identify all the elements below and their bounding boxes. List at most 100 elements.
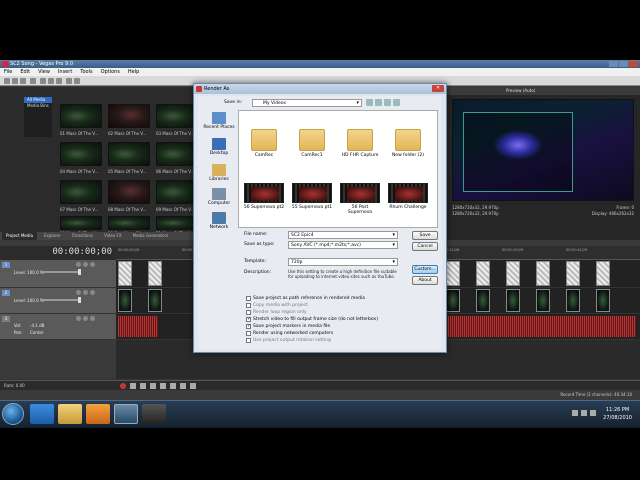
media-player-icon[interactable] (86, 404, 110, 424)
track-header-1[interactable]: 1 Level: 100.0 % (0, 260, 116, 288)
video-file-item[interactable]: Rhum Challenge (387, 183, 429, 210)
network-tray-icon[interactable] (572, 410, 578, 416)
solo-icon[interactable] (83, 316, 88, 321)
slider-knob[interactable] (78, 269, 81, 275)
checkbox-path-reference[interactable]: Save project as path reference in render… (246, 296, 365, 301)
go-to-start-icon[interactable] (180, 383, 186, 389)
custom-button[interactable]: Custom... (412, 265, 438, 274)
tab-project-media[interactable]: Project Media (2, 232, 37, 240)
stop-icon[interactable] (170, 383, 176, 389)
media-thumbnail[interactable] (108, 104, 150, 128)
folder-item[interactable]: CamRec1 (291, 129, 333, 158)
tab-video-fx[interactable]: Video FX (100, 232, 126, 240)
copy-icon[interactable] (48, 78, 54, 84)
pause-icon[interactable] (160, 383, 166, 389)
back-icon[interactable] (366, 99, 373, 106)
checkbox-box[interactable] (246, 303, 251, 308)
track-header-2[interactable]: 2 Level: 100.0 % (0, 288, 116, 314)
place-computer[interactable]: Computer (202, 188, 236, 206)
media-thumbnail[interactable] (156, 104, 198, 128)
go-to-end-icon[interactable] (190, 383, 196, 389)
checkbox-box[interactable] (246, 331, 251, 336)
menu-insert[interactable]: Insert (58, 68, 72, 76)
media-thumbnail[interactable] (156, 180, 198, 204)
checkbox-box[interactable] (246, 323, 251, 329)
explorer-icon[interactable] (58, 404, 82, 424)
minimize-button[interactable] (609, 61, 618, 67)
place-recent-places[interactable]: Recent Places (202, 112, 236, 130)
solo-icon[interactable] (83, 262, 88, 267)
save-button[interactable]: Save (412, 231, 438, 240)
track-header-3[interactable]: 3 Vol: -4.1 dB Pan: Center (0, 314, 116, 340)
flag-tray-icon[interactable] (590, 410, 596, 416)
checkbox-networked[interactable]: Render using networked computers (246, 331, 333, 336)
media-thumbnail[interactable] (60, 104, 102, 128)
checkbox-save-markers[interactable]: Save project markers in media file (246, 323, 330, 329)
cancel-button[interactable]: Cancel (412, 242, 438, 251)
track-level-slider[interactable] (40, 271, 80, 273)
video-file-item[interactable]: 56 Post Supernova (339, 183, 381, 215)
video-file-item[interactable]: 55 Supernova pt1 (291, 183, 333, 210)
maximize-button[interactable] (619, 61, 628, 67)
paste-icon[interactable] (56, 78, 62, 84)
taskbar-clock[interactable]: 11:26 PM 27/08/2010 (603, 406, 632, 422)
mute-icon[interactable] (76, 290, 81, 295)
media-thumbnail[interactable] (108, 142, 150, 166)
fx-icon[interactable] (90, 262, 95, 267)
media-thumbnail[interactable] (156, 216, 198, 230)
open-icon[interactable] (12, 78, 18, 84)
mute-icon[interactable] (76, 262, 81, 267)
place-desktop[interactable]: Desktop (202, 138, 236, 156)
menu-edit[interactable]: Edit (20, 68, 30, 76)
media-thumbnail[interactable] (156, 142, 198, 166)
checkbox-box[interactable] (246, 310, 251, 315)
cut-icon[interactable] (40, 78, 46, 84)
folder-item[interactable]: HD FHR Capture (339, 129, 381, 158)
mute-icon[interactable] (76, 316, 81, 321)
checkbox-box[interactable] (246, 338, 251, 343)
save-in-select[interactable]: My Videos (252, 99, 362, 107)
checkbox-copy-media[interactable]: Copy media with project (246, 303, 308, 308)
media-thumbnail[interactable] (60, 142, 102, 166)
save-icon[interactable] (20, 78, 26, 84)
menu-tools[interactable]: Tools (80, 68, 92, 76)
video-file-item[interactable]: 56 Supernova pt2 (243, 183, 285, 210)
checkbox-box[interactable] (246, 316, 251, 322)
about-button[interactable]: About (412, 276, 438, 285)
media-thumbnail[interactable] (60, 180, 102, 204)
track-level-slider[interactable] (40, 299, 80, 301)
slider-knob[interactable] (78, 297, 81, 303)
folder-item[interactable]: CamRec (243, 129, 285, 158)
dialog-close-button[interactable]: ✕ (432, 85, 444, 92)
fx-icon[interactable] (90, 316, 95, 321)
menu-file[interactable]: File (4, 68, 12, 76)
checkbox-rotation[interactable]: Use project output rotation setting (246, 338, 331, 343)
media-thumbnail[interactable] (108, 216, 150, 230)
loop-icon[interactable] (130, 383, 136, 389)
preview-quality-label[interactable]: Preview (Auto) (506, 88, 535, 93)
app-taskbar-icon[interactable] (142, 404, 166, 424)
checkbox-stretch-video[interactable]: Stretch video to fill output frame size … (246, 316, 378, 322)
tab-explorer[interactable]: Explorer (40, 232, 65, 240)
media-thumbnail[interactable] (108, 180, 150, 204)
file-name-input[interactable]: SC2 Epic4 (288, 231, 398, 239)
tab-media-generators[interactable]: Media Generators (129, 232, 173, 240)
tree-item-media-bins[interactable]: Media Bins (24, 103, 52, 109)
tab-transitions[interactable]: Transitions (68, 232, 97, 240)
place-network[interactable]: Network (202, 212, 236, 230)
volume-tray-icon[interactable] (581, 410, 587, 416)
menu-options[interactable]: Options (101, 68, 120, 76)
new-folder-icon[interactable] (384, 99, 391, 106)
record-icon[interactable] (120, 383, 126, 389)
place-libraries[interactable]: Libraries (202, 164, 236, 182)
start-button[interactable] (2, 403, 24, 425)
menu-view[interactable]: View (38, 68, 50, 76)
view-menu-icon[interactable] (393, 99, 400, 106)
vegas-taskbar-icon[interactable] (114, 404, 138, 424)
undo-icon[interactable] (66, 78, 72, 84)
template-select[interactable]: 720p (288, 258, 398, 266)
folder-item[interactable]: New folder (2) (387, 129, 429, 158)
close-button[interactable] (629, 61, 638, 67)
menu-help[interactable]: Help (128, 68, 139, 76)
checkbox-box[interactable] (246, 296, 251, 301)
